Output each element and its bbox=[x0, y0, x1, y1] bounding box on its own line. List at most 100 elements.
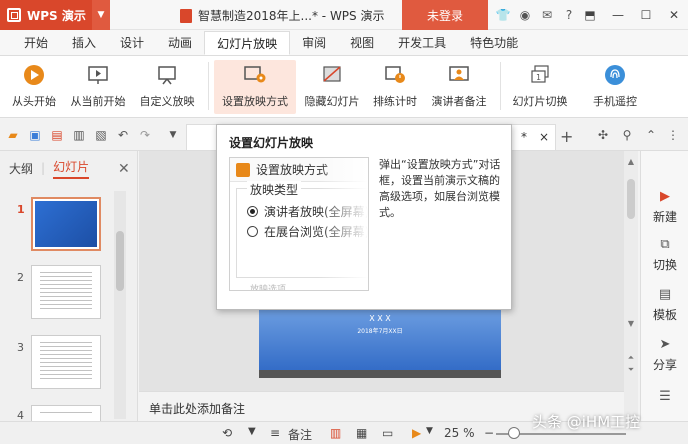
tab-design[interactable]: 设计 bbox=[108, 31, 156, 55]
presenter-notes-label: 演讲者备注 bbox=[431, 95, 487, 108]
prev-slide-icon[interactable]: ⏶ bbox=[624, 353, 638, 363]
new-tab-icon[interactable]: + bbox=[560, 127, 573, 146]
dropdown-icon[interactable]: ▼ bbox=[248, 426, 256, 437]
panel-close-icon[interactable]: ✕ bbox=[118, 161, 130, 177]
ribbon-divider bbox=[500, 62, 501, 110]
slide-thumbnail[interactable] bbox=[31, 405, 101, 421]
slide-presenter-name: X X X bbox=[369, 314, 391, 323]
switch-icon: ⧉ bbox=[660, 237, 670, 252]
slide-thumbnail[interactable] bbox=[31, 335, 101, 389]
sidebar-item-label: 新建 bbox=[652, 210, 677, 224]
customize-dropdown-icon[interactable]: ▼ bbox=[166, 128, 180, 142]
slide-thumbnail[interactable] bbox=[31, 265, 101, 319]
tab-start[interactable]: 开始 bbox=[12, 31, 60, 55]
scroll-down-icon[interactable]: ▼ bbox=[624, 319, 638, 328]
collapse-ribbon-icon[interactable]: ⌃ bbox=[644, 128, 658, 142]
title-bar-icons: 👕 ◉ ✉ ? bbox=[492, 0, 580, 30]
normal-view-icon[interactable]: ▥ bbox=[330, 426, 341, 440]
tab-developer[interactable]: 开发工具 bbox=[386, 31, 458, 55]
tab-review[interactable]: 审阅 bbox=[290, 31, 338, 55]
slide-thumbnail-image bbox=[40, 342, 92, 382]
pdf-icon[interactable]: ▤ bbox=[50, 128, 64, 142]
sidebar-item-template[interactable]: ▤ 模板 bbox=[641, 287, 688, 323]
rehearse-button[interactable]: 排练计时 bbox=[368, 60, 422, 114]
pin-icon[interactable]: ✣ bbox=[596, 128, 610, 142]
setup-show-gear-icon bbox=[243, 63, 267, 87]
scrollbar-thumb[interactable] bbox=[627, 179, 635, 219]
slide-switch-button[interactable]: 1 幻灯片切换 bbox=[506, 60, 574, 114]
history-icon[interactable]: ⟲ bbox=[222, 426, 232, 440]
print-icon[interactable]: ▥ bbox=[72, 128, 86, 142]
custom-show-icon bbox=[155, 63, 179, 87]
play-circle-icon bbox=[22, 63, 46, 87]
restore-icon[interactable]: ⬒ bbox=[576, 0, 604, 30]
canvas-scrollbar[interactable]: ▲ ▼ ⏶ ⏷ bbox=[624, 151, 638, 421]
slideshow-play-icon[interactable]: ▶ bbox=[412, 426, 421, 440]
more-icon[interactable]: ⋮ bbox=[666, 128, 680, 142]
tab-special-features[interactable]: 特色功能 bbox=[458, 31, 530, 55]
sidebar-item-switch[interactable]: ⧉ 切换 bbox=[641, 237, 688, 273]
scroll-up-icon[interactable]: ▲ bbox=[624, 157, 638, 166]
tooltip-description: 弹出“设置放映方式”对话框，设置当前演示文稿的高级选项，如展台浏览模式。 bbox=[379, 158, 501, 219]
preview-fade bbox=[318, 158, 368, 290]
play-dropdown-icon[interactable]: ▼ bbox=[426, 426, 433, 436]
slide-number: 3 bbox=[17, 341, 24, 354]
open-folder-icon[interactable]: ▰ bbox=[6, 128, 20, 142]
reading-view-icon[interactable]: ▭ bbox=[382, 426, 393, 440]
custom-show-button[interactable]: 自定义放映 bbox=[134, 60, 200, 114]
slide-number: 1 bbox=[17, 203, 25, 216]
tab-slideshow[interactable]: 幻灯片放映 bbox=[204, 31, 291, 55]
presenter-notes-button[interactable]: 演讲者备注 bbox=[426, 60, 492, 114]
tab-slides[interactable]: 幻灯片 bbox=[53, 158, 90, 179]
maximize-icon[interactable]: ☐ bbox=[632, 0, 660, 30]
close-icon[interactable]: ✕ bbox=[660, 0, 688, 30]
slide-sorter-icon[interactable]: ▦ bbox=[356, 426, 367, 440]
sidebar-item-more[interactable]: ☰ bbox=[641, 389, 688, 405]
wps-menu-label: WPS 演示 bbox=[27, 8, 86, 23]
scrollbar-thumb[interactable] bbox=[116, 231, 124, 291]
next-slide-icon[interactable]: ⏷ bbox=[624, 365, 638, 375]
redo-icon[interactable]: ↷ bbox=[138, 128, 152, 142]
zoom-value[interactable]: 25 % bbox=[444, 426, 475, 440]
undo-icon[interactable]: ↶ bbox=[116, 128, 130, 142]
sidebar-item-share[interactable]: ➤ 分享 bbox=[641, 337, 688, 373]
show-type-title: 放映类型 bbox=[247, 181, 302, 198]
menu-tab-bar: 开始 插入 设计 动画 幻灯片放映 审阅 视图 开发工具 特色功能 bbox=[0, 30, 688, 56]
tab-insert[interactable]: 插入 bbox=[60, 31, 108, 55]
print-preview-icon[interactable]: ▧ bbox=[94, 128, 108, 142]
share-icon[interactable]: ⚲ bbox=[620, 128, 634, 142]
login-button[interactable]: 未登录 bbox=[402, 0, 488, 30]
watermark: 头条 @iHM工控 bbox=[532, 413, 641, 431]
notes-toggle-label[interactable]: 备注 bbox=[288, 426, 312, 443]
save-icon[interactable]: ▣ bbox=[28, 128, 42, 142]
slides-panel: 大纲 | 幻灯片 ✕ 1 2 3 4 bbox=[0, 151, 138, 422]
notes-toggle-icon[interactable]: ≡ bbox=[270, 426, 280, 440]
wps-menu-button[interactable]: WPS 演示 ▼ bbox=[0, 0, 110, 30]
panel-scrollbar[interactable] bbox=[114, 191, 126, 419]
setup-show-button[interactable]: 设置放映方式 bbox=[214, 60, 296, 114]
mail-icon[interactable]: ✉ bbox=[536, 8, 558, 22]
tab-close-icon[interactable]: × bbox=[539, 130, 549, 144]
setup-show-label: 设置放映方式 bbox=[222, 95, 288, 108]
hide-slide-button[interactable]: 隐藏幻灯片 bbox=[300, 60, 364, 114]
slide-footer-strip bbox=[259, 370, 501, 378]
from-current-button[interactable]: 从当前开始 bbox=[66, 60, 130, 114]
slide-thumbnail[interactable] bbox=[31, 197, 101, 251]
from-start-button[interactable]: 从头开始 bbox=[6, 60, 62, 114]
tab-outline[interactable]: 大纲 bbox=[9, 160, 33, 177]
shirt-skin-icon[interactable]: 👕 bbox=[492, 8, 514, 22]
tooltip-dialog-preview: 设置放映方式 放映类型 演讲者放映(全屏幕) 在展台浏览(全屏幕) 放映选项 bbox=[229, 157, 369, 291]
slide-play-icon bbox=[86, 63, 110, 87]
zoom-out-icon[interactable]: − bbox=[484, 426, 494, 440]
minimize-icon[interactable]: — bbox=[604, 0, 632, 30]
sidebar-item-label: 模板 bbox=[652, 308, 677, 322]
sidebar-item-new[interactable]: ▶ 新建 bbox=[641, 189, 688, 225]
tab-animation[interactable]: 动画 bbox=[156, 31, 204, 55]
chevron-down-icon[interactable]: ▼ bbox=[92, 0, 110, 30]
zoom-slider-knob[interactable] bbox=[508, 427, 520, 439]
tab-view[interactable]: 视图 bbox=[338, 31, 386, 55]
weibo-icon[interactable]: ◉ bbox=[514, 8, 536, 22]
current-slide[interactable]: X X X 2018年7月XX日 bbox=[259, 306, 501, 378]
phone-remote-button[interactable]: 手机遥控 bbox=[586, 60, 644, 114]
slide-thumbnail-image bbox=[40, 272, 92, 312]
